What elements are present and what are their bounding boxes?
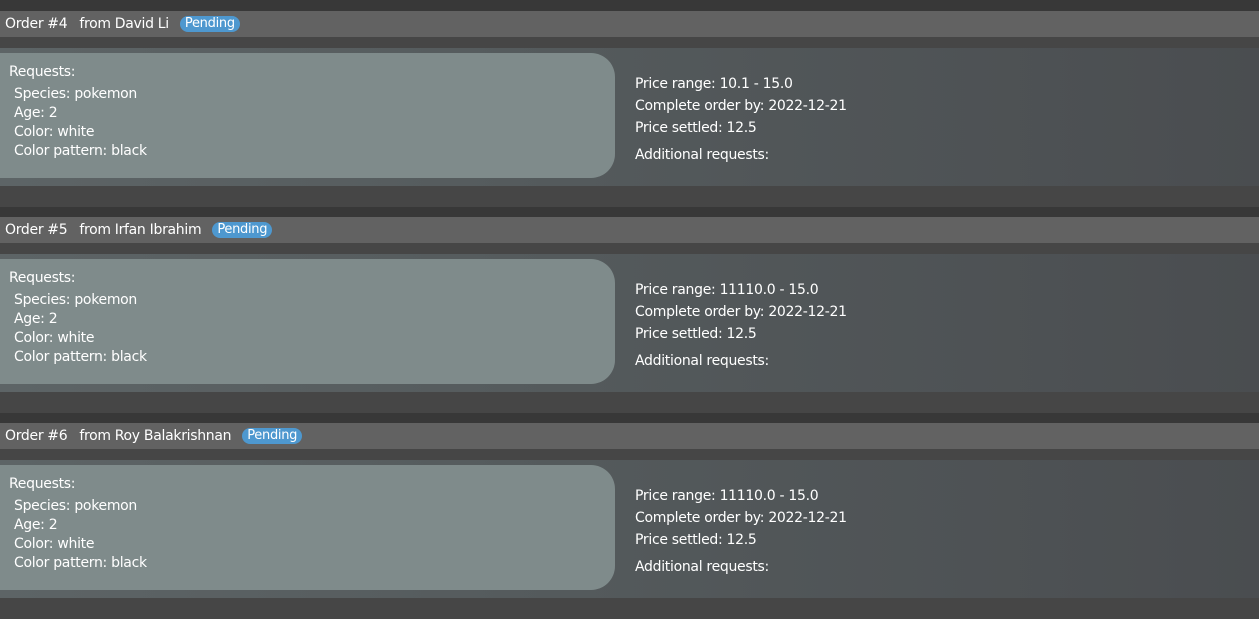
order-body: Requests: Species: pokemon Age: 2 Color:…: [0, 254, 1259, 392]
price-settled: Price settled: 12.5: [635, 326, 757, 342]
customer-name: David Li: [114, 16, 169, 32]
order-number: #5: [47, 222, 68, 238]
status-badge: Pending: [179, 16, 240, 32]
order-body: Requests: Species: pokemon Age: 2 Color:…: [0, 48, 1259, 186]
order-body: Requests: Species: pokemon Age: 2 Color:…: [0, 460, 1259, 598]
request-list: Species: pokemon Age: 2 Color: white Col…: [14, 85, 147, 161]
order-card[interactable]: Order #6 from Roy Balakrishnan Pending R…: [0, 423, 1259, 619]
order-label: Order: [5, 16, 44, 32]
order-header: Order #5 from Irfan Ibrahim Pending: [0, 217, 1259, 243]
request-color-pattern: Color pattern: black: [14, 349, 147, 365]
request-species: Species: pokemon: [14, 292, 137, 308]
order-number: #6: [47, 428, 68, 444]
request-list: Species: pokemon Age: 2 Color: white Col…: [14, 497, 147, 573]
request-list: Species: pokemon Age: 2 Color: white Col…: [14, 291, 147, 367]
order-info-panel: Price range: 11110.0 - 15.0 Complete ord…: [635, 279, 847, 372]
requests-title: Requests:: [9, 270, 76, 286]
order-label: Order: [5, 428, 44, 444]
additional-requests: Additional requests:: [635, 559, 769, 575]
status-badge: Pending: [242, 428, 303, 444]
price-settled: Price settled: 12.5: [635, 120, 757, 136]
price-range: Price range: 10.1 - 15.0: [635, 76, 793, 92]
additional-requests: Additional requests:: [635, 353, 769, 369]
complete-by-date: Complete order by: 2022-12-21: [635, 510, 847, 526]
complete-by-date: Complete order by: 2022-12-21: [635, 304, 847, 320]
request-color: Color: white: [14, 330, 95, 346]
requests-panel: Requests: Species: pokemon Age: 2 Color:…: [0, 465, 615, 590]
request-color-pattern: Color pattern: black: [14, 555, 147, 571]
request-species: Species: pokemon: [14, 86, 137, 102]
order-header: Order #6 from Roy Balakrishnan Pending: [0, 423, 1259, 449]
price-range: Price range: 11110.0 - 15.0: [635, 282, 819, 298]
order-number: #4: [47, 16, 68, 32]
order-info-panel: Price range: 10.1 - 15.0 Complete order …: [635, 73, 847, 166]
request-age: Age: 2: [14, 311, 58, 327]
request-age: Age: 2: [14, 517, 58, 533]
status-badge: Pending: [212, 222, 273, 238]
requests-panel: Requests: Species: pokemon Age: 2 Color:…: [0, 259, 615, 384]
from-label: from: [79, 222, 111, 238]
request-age: Age: 2: [14, 105, 58, 121]
order-label: Order: [5, 222, 44, 238]
order-list: Order #4 from David Li Pending Requests:…: [0, 0, 1259, 619]
order-header: Order #4 from David Li Pending: [0, 11, 1259, 37]
price-range: Price range: 11110.0 - 15.0: [635, 488, 819, 504]
customer-name: Roy Balakrishnan: [114, 428, 232, 444]
customer-name: Irfan Ibrahim: [114, 222, 202, 238]
from-label: from: [79, 428, 111, 444]
request-color: Color: white: [14, 536, 95, 552]
request-color-pattern: Color pattern: black: [14, 143, 147, 159]
price-settled: Price settled: 12.5: [635, 532, 757, 548]
order-card[interactable]: Order #5 from Irfan Ibrahim Pending Requ…: [0, 217, 1259, 413]
from-label: from: [79, 16, 111, 32]
request-species: Species: pokemon: [14, 498, 137, 514]
additional-requests: Additional requests:: [635, 147, 769, 163]
requests-title: Requests:: [9, 64, 76, 80]
requests-panel: Requests: Species: pokemon Age: 2 Color:…: [0, 53, 615, 178]
order-card[interactable]: Order #4 from David Li Pending Requests:…: [0, 11, 1259, 207]
request-color: Color: white: [14, 124, 95, 140]
requests-title: Requests:: [9, 476, 76, 492]
complete-by-date: Complete order by: 2022-12-21: [635, 98, 847, 114]
order-info-panel: Price range: 11110.0 - 15.0 Complete ord…: [635, 485, 847, 578]
